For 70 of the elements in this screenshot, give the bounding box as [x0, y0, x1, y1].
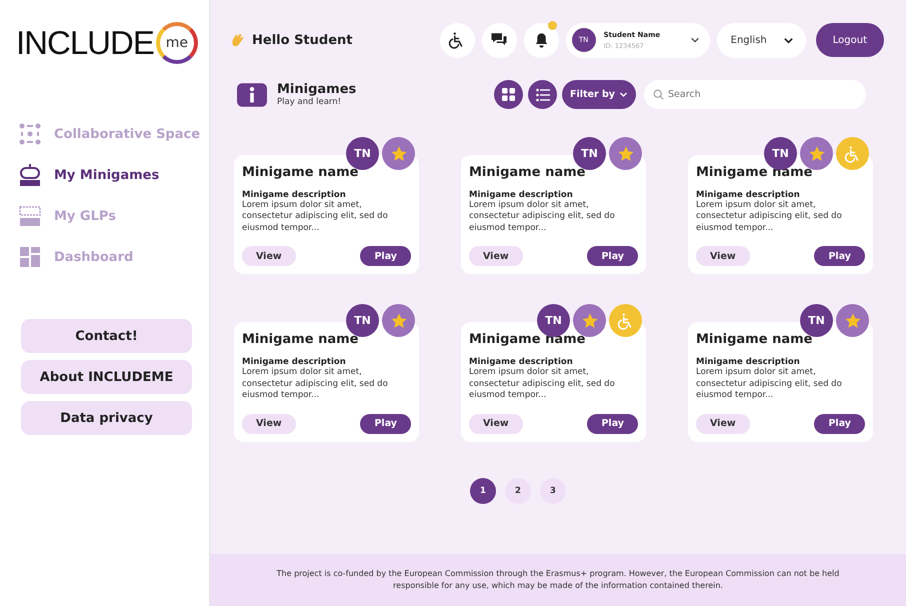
view-button[interactable]: View [696, 414, 750, 434]
star-icon [808, 144, 826, 162]
section-title: Minigames [277, 82, 356, 97]
favorite-badge[interactable] [382, 137, 415, 170]
search-field[interactable]: Search [644, 80, 866, 109]
author-avatar: TN [573, 137, 606, 170]
description-text: Lorem ipsum dolor sit amet, consectetur adipiscing elit, sed do eiusmod tempor... [696, 200, 843, 234]
notifications-button[interactable] [524, 22, 559, 58]
view-button[interactable]: View [242, 414, 296, 434]
filter-button[interactable]: Filter by [562, 80, 636, 109]
view-button[interactable]: View [469, 414, 523, 434]
description-title: Minigame description [242, 357, 347, 368]
grid-icon [502, 88, 516, 101]
star-icon [390, 312, 408, 330]
play-button[interactable]: Play [360, 246, 411, 266]
sidebar-button[interactable]: Data privacy [21, 401, 192, 435]
logout-button[interactable]: Logout [816, 23, 884, 57]
list-icon [536, 88, 550, 102]
description-text: Lorem ipsum dolor sit amet, consectetur adipiscing elit, sed do eiusmod tempor... [242, 200, 389, 234]
description-text: Lorem ipsum dolor sit amet, consectetur adipiscing elit, sed do eiusmod tempor... [696, 367, 843, 402]
description-title: Minigame description [696, 357, 801, 368]
view-button[interactable]: View [696, 246, 750, 266]
page-button[interactable]: 3 [540, 478, 566, 504]
language-value: English [730, 34, 767, 46]
description-text: Lorem ipsum dolor sit amet, consectetur adipiscing elit, sed do eiusmod tempor... [469, 367, 616, 402]
chevron-down-icon [690, 35, 700, 45]
grid-view-button[interactable] [494, 80, 524, 109]
dots-icon [18, 122, 42, 146]
view-button[interactable]: View [469, 246, 523, 266]
description-title: Minigame description [469, 357, 574, 368]
play-button[interactable]: Play [587, 414, 638, 434]
favorite-badge[interactable] [836, 304, 869, 338]
star-icon [844, 312, 862, 330]
logo: INCLUDE me [16, 22, 198, 64]
star-icon [580, 312, 598, 330]
play-button[interactable]: Play [360, 414, 411, 434]
description-title: Minigame description [469, 190, 574, 200]
info-icon [237, 82, 267, 106]
greeting: Hello Student [252, 32, 352, 48]
favorite-badge[interactable] [800, 137, 833, 170]
page-button[interactable]: 1 [470, 478, 496, 504]
sidebar-button[interactable]: Contact! [21, 319, 192, 353]
chevron-down-icon [619, 90, 628, 99]
view-button[interactable]: View [242, 246, 296, 266]
funding-notice: The project is co-funded by the European Commission through the Erasmus+ program. However, the European Commission can not be held responsible for any use, which may be made of the information contained therein. [276, 568, 840, 592]
board-icon [18, 204, 42, 228]
description-text: Lorem ipsum dolor sit amet, consectetur adipiscing elit, sed do eiusmod tempor... [242, 367, 389, 402]
play-button[interactable]: Play [814, 246, 865, 266]
favorite-badge[interactable] [573, 304, 606, 338]
description-title: Minigame description [696, 190, 801, 200]
section-subtitle: Play and learn! [277, 97, 342, 107]
description-text: Lorem ipsum dolor sit amet, consectetur adipiscing elit, sed do eiusmod tempor... [469, 200, 616, 234]
list-view-button[interactable] [528, 80, 558, 109]
search-icon [653, 89, 664, 100]
language-select[interactable]: English [716, 22, 806, 58]
author-avatar: TN [346, 137, 379, 170]
page-button[interactable]: 2 [505, 478, 531, 504]
favorite-badge[interactable] [609, 137, 642, 170]
star-icon [616, 144, 634, 162]
chat-button[interactable] [482, 22, 517, 58]
star-icon [390, 144, 408, 162]
favorite-badge[interactable] [382, 304, 415, 338]
author-avatar: TN [764, 137, 797, 170]
accessibility-button[interactable] [440, 22, 475, 58]
nav-item[interactable]: My Minigames [18, 163, 160, 187]
description-title: Minigame description [242, 190, 347, 200]
sidebar-button[interactable]: About INCLUDEME [21, 360, 192, 394]
grid-icon [18, 245, 42, 269]
play-button[interactable]: Play [587, 246, 638, 266]
play-button[interactable]: Play [814, 414, 865, 434]
